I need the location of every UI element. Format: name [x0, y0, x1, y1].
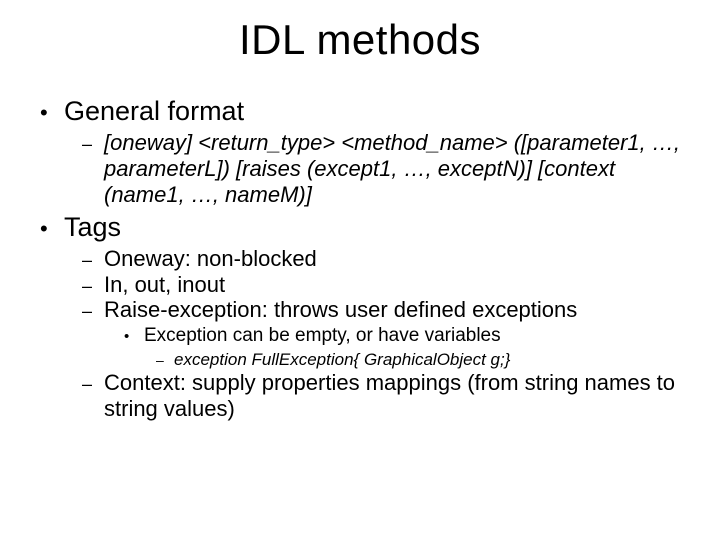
tag-raise-exception: – Raise-exception: throws user defined e… [82, 297, 688, 369]
slide-title: IDL methods [32, 16, 688, 64]
dash-icon: – [82, 276, 104, 297]
syntax-text: [oneway] <return_type> <method_name> ([p… [104, 130, 688, 208]
raise-exception-sublist: • Exception can be empty, or have variab… [82, 325, 688, 369]
content-list: • General format – [oneway] <return_type… [32, 96, 688, 422]
dash-icon: – [82, 374, 104, 395]
tag-inout-text: In, out, inout [104, 272, 225, 298]
exception-example-list: – exception FullException{ GraphicalObje… [124, 350, 688, 370]
heading-tags: Tags [64, 212, 121, 244]
exception-example-text: exception FullException{ GraphicalObject… [174, 350, 510, 370]
exception-note-text: Exception can be empty, or have variable… [144, 325, 501, 347]
heading-general-format: General format [64, 96, 244, 128]
exception-note: • Exception can be empty, or have variab… [124, 325, 688, 369]
slide: IDL methods • General format – [oneway] … [0, 0, 720, 540]
tag-context: – Context: supply properties mappings (f… [82, 370, 688, 422]
dash-icon: – [82, 134, 104, 155]
bullet-icon: • [40, 102, 64, 124]
dash-icon: – [156, 352, 174, 368]
tag-inout: – In, out, inout [82, 272, 688, 298]
dash-icon: – [82, 301, 104, 322]
section-tags: • Tags – Oneway: non-blocked – In, out, … [40, 212, 688, 422]
tag-oneway: – Oneway: non-blocked [82, 246, 688, 272]
tags-sublist: – Oneway: non-blocked – In, out, inout –… [40, 246, 688, 422]
bullet-icon: • [40, 218, 64, 240]
dash-icon: – [82, 250, 104, 271]
section-general-format: • General format – [oneway] <return_type… [40, 96, 688, 208]
tag-raise-text: Raise-exception: throws user defined exc… [104, 297, 577, 323]
exception-example: – exception FullException{ GraphicalObje… [156, 350, 688, 370]
tag-context-text: Context: supply properties mappings (fro… [104, 370, 688, 422]
bullet-icon: • [124, 329, 144, 344]
tag-oneway-text: Oneway: non-blocked [104, 246, 317, 272]
general-format-syntax: – [oneway] <return_type> <method_name> (… [82, 130, 688, 208]
general-format-sublist: – [oneway] <return_type> <method_name> (… [40, 130, 688, 208]
